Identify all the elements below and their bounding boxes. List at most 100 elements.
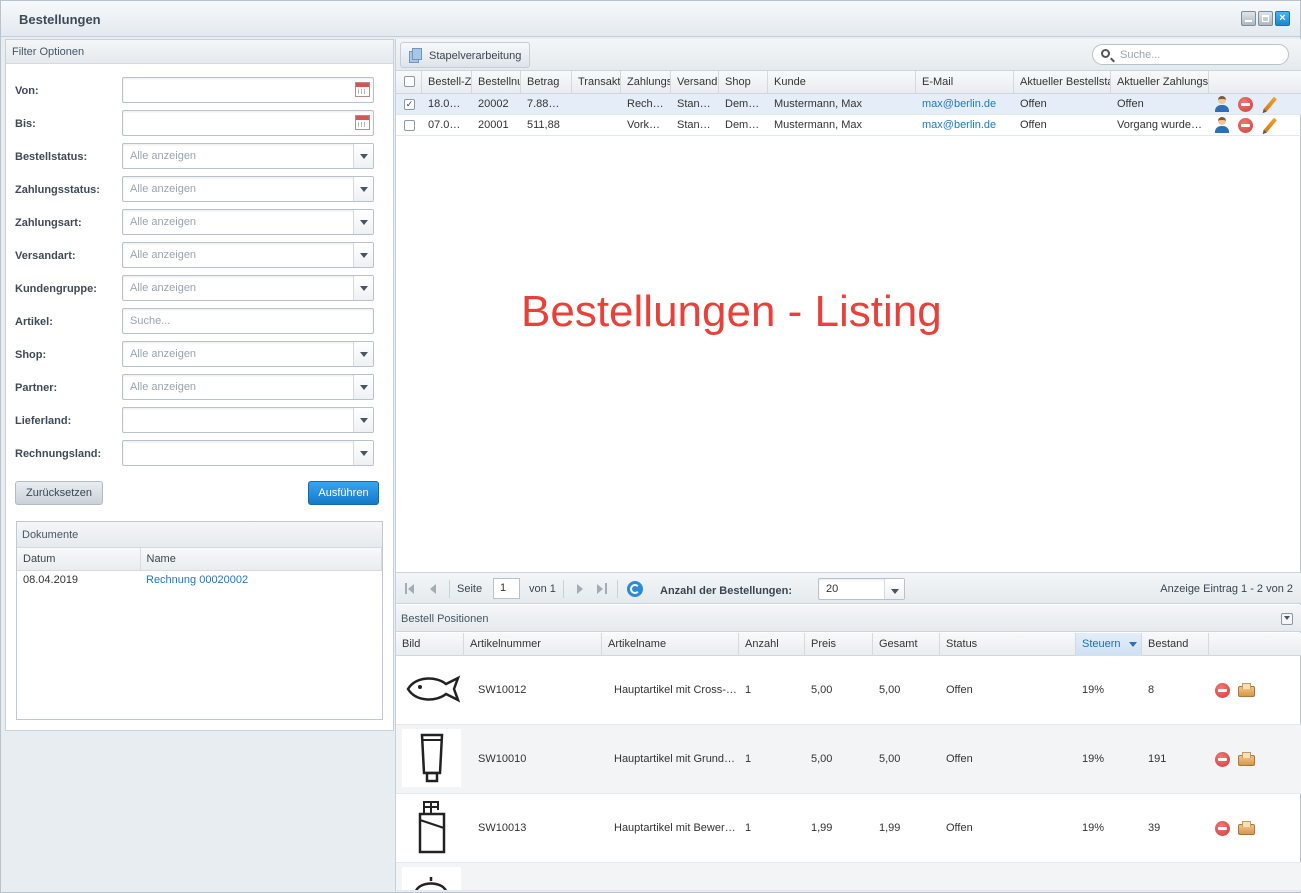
- table-row[interactable]: ✓ 18.0… 20002 7.88… Rech… Stan… Dem… Mus…: [396, 94, 1301, 115]
- column-header-stock[interactable]: Bestand: [1142, 633, 1209, 656]
- listing-annotation: Bestellungen - Listing: [521, 287, 942, 336]
- order-payment: Rech…: [627, 98, 664, 110]
- column-header-status[interactable]: Status: [940, 633, 1076, 656]
- minimize-icon[interactable]: [1241, 11, 1256, 26]
- delete-icon[interactable]: [1238, 118, 1253, 133]
- payment-status-select[interactable]: Alle anzeigen: [122, 176, 374, 202]
- payment-status: Offen: [1117, 98, 1144, 110]
- delivery-country-select[interactable]: [122, 407, 374, 433]
- column-header-price[interactable]: Preis: [805, 633, 873, 656]
- table-row[interactable]: SW10012 Hauptartikel mit Cross-… 1 5,00 …: [396, 656, 1301, 725]
- select-all-cell[interactable]: [396, 71, 422, 94]
- article-search-input[interactable]: Suche...: [122, 308, 374, 334]
- calendar-icon[interactable]: [355, 115, 370, 130]
- column-header-shipping[interactable]: Versand: [671, 71, 719, 94]
- inventory-box-icon[interactable]: [1238, 821, 1255, 835]
- order-count-label: Anzahl der Bestellungen:: [660, 585, 793, 597]
- customer-icon[interactable]: [1214, 117, 1229, 133]
- column-header-name[interactable]: Name: [140, 548, 382, 571]
- customer-icon[interactable]: [1214, 96, 1229, 112]
- positions-panel-header: Bestell Positionen: [396, 605, 1301, 632]
- inventory-box-icon[interactable]: [1238, 683, 1255, 697]
- order-email-link[interactable]: max@berlin.de: [916, 115, 1014, 135]
- next-page-icon[interactable]: [577, 584, 583, 594]
- column-header-order-number[interactable]: Bestellnu: [472, 71, 521, 94]
- row-checkbox[interactable]: ✓: [404, 99, 415, 110]
- article-price: 5,00: [811, 753, 833, 765]
- chevron-down-icon[interactable]: [353, 375, 373, 399]
- table-row[interactable]: [396, 863, 1301, 891]
- chevron-down-icon[interactable]: [353, 276, 373, 300]
- first-page-arrow-icon[interactable]: [408, 584, 414, 594]
- column-header-email[interactable]: E-Mail: [916, 71, 1014, 94]
- article-number: SW10012: [478, 684, 527, 696]
- chevron-down-icon[interactable]: [353, 342, 373, 366]
- apply-button[interactable]: Ausführen: [308, 481, 379, 505]
- billing-country-select[interactable]: [122, 440, 374, 466]
- delete-icon[interactable]: [1215, 821, 1230, 836]
- column-header-total[interactable]: Gesamt: [873, 633, 940, 656]
- column-header-payment[interactable]: Zahlungs: [621, 71, 671, 94]
- from-date-input[interactable]: [122, 77, 374, 103]
- column-header-date[interactable]: Datum: [17, 548, 141, 571]
- close-icon[interactable]: ×: [1275, 11, 1290, 26]
- select-placeholder: Alle anzeigen: [130, 348, 197, 360]
- table-row[interactable]: SW10013 Hauptartikel mit Bewer… 1 1,99 1…: [396, 794, 1301, 863]
- column-header-transaction[interactable]: Transakt: [572, 71, 621, 94]
- prev-page-icon[interactable]: [430, 584, 436, 594]
- shipping-method-select[interactable]: Alle anzeigen: [122, 242, 374, 268]
- partner-select[interactable]: Alle anzeigen: [122, 374, 374, 400]
- column-header-order-status[interactable]: Aktueller Bestellsta: [1014, 71, 1111, 94]
- search-input[interactable]: Suche...: [1092, 44, 1289, 65]
- page-size-select[interactable]: 20: [818, 578, 905, 600]
- chevron-down-icon[interactable]: [353, 210, 373, 234]
- chevron-down-icon[interactable]: [353, 441, 373, 465]
- customer-group-select[interactable]: Alle anzeigen: [122, 275, 374, 301]
- chevron-down-icon[interactable]: [353, 243, 373, 267]
- pencil-icon[interactable]: [1263, 117, 1277, 134]
- column-header-order-date[interactable]: Bestell-Z: [422, 71, 472, 94]
- chevron-down-icon[interactable]: [353, 177, 373, 201]
- column-header-quantity[interactable]: Anzahl: [739, 633, 805, 656]
- document-link[interactable]: Rechnung 00020002: [140, 570, 382, 590]
- delete-icon[interactable]: [1238, 97, 1253, 112]
- first-page-icon[interactable]: [405, 583, 407, 594]
- column-header-article-number[interactable]: Artikelnummer: [464, 633, 602, 656]
- batch-processing-button[interactable]: Stapelverarbeitung: [400, 42, 531, 68]
- payment-method-select[interactable]: Alle anzeigen: [122, 209, 374, 235]
- calendar-icon[interactable]: [355, 82, 370, 97]
- last-page-arrow-icon[interactable]: [597, 584, 603, 594]
- chevron-down-icon[interactable]: [884, 579, 904, 599]
- table-row[interactable]: 08.04.2019 Rechnung 00020002: [17, 570, 382, 590]
- pencil-icon[interactable]: [1263, 96, 1277, 113]
- table-row[interactable]: 07.0… 20001 511,88 Vork… Stan… Dem… Must…: [396, 115, 1301, 136]
- last-page-icon[interactable]: [605, 583, 607, 594]
- order-email-link[interactable]: max@berlin.de: [916, 94, 1014, 114]
- column-header-amount[interactable]: Betrag: [521, 71, 572, 94]
- column-header-customer[interactable]: Kunde: [768, 71, 916, 94]
- inventory-box-icon[interactable]: [1238, 752, 1255, 766]
- column-header-article-name[interactable]: Artikelname: [602, 633, 739, 656]
- column-header-shop[interactable]: Shop: [719, 71, 768, 94]
- column-header-image[interactable]: Bild: [396, 633, 464, 656]
- column-header-tax[interactable]: Steuern: [1076, 633, 1142, 656]
- order-status-select[interactable]: Alle anzeigen: [122, 143, 374, 169]
- to-date-input[interactable]: [122, 110, 374, 136]
- column-header-payment-status[interactable]: Aktueller Zahlungs: [1111, 71, 1209, 94]
- collapse-icon[interactable]: [1281, 613, 1293, 625]
- refresh-icon[interactable]: [627, 581, 643, 597]
- chevron-down-icon[interactable]: [353, 144, 373, 168]
- shop-select[interactable]: Alle anzeigen: [122, 341, 374, 367]
- documents-header: Dokumente: [17, 522, 382, 548]
- sort-down-icon[interactable]: [1129, 642, 1137, 647]
- maximize-icon[interactable]: [1258, 11, 1273, 26]
- select-all-checkbox[interactable]: [404, 76, 415, 87]
- delete-icon[interactable]: [1215, 752, 1230, 767]
- page-number-input[interactable]: 1: [493, 578, 520, 599]
- chevron-down-icon[interactable]: [353, 408, 373, 432]
- row-checkbox[interactable]: [404, 120, 415, 131]
- delete-icon[interactable]: [1215, 683, 1230, 698]
- table-row[interactable]: SW10010 Hauptartikel mit Grund… 1 5,00 5…: [396, 725, 1301, 794]
- reset-button[interactable]: Zurücksetzen: [15, 481, 103, 505]
- article-quantity: 1: [745, 684, 752, 696]
